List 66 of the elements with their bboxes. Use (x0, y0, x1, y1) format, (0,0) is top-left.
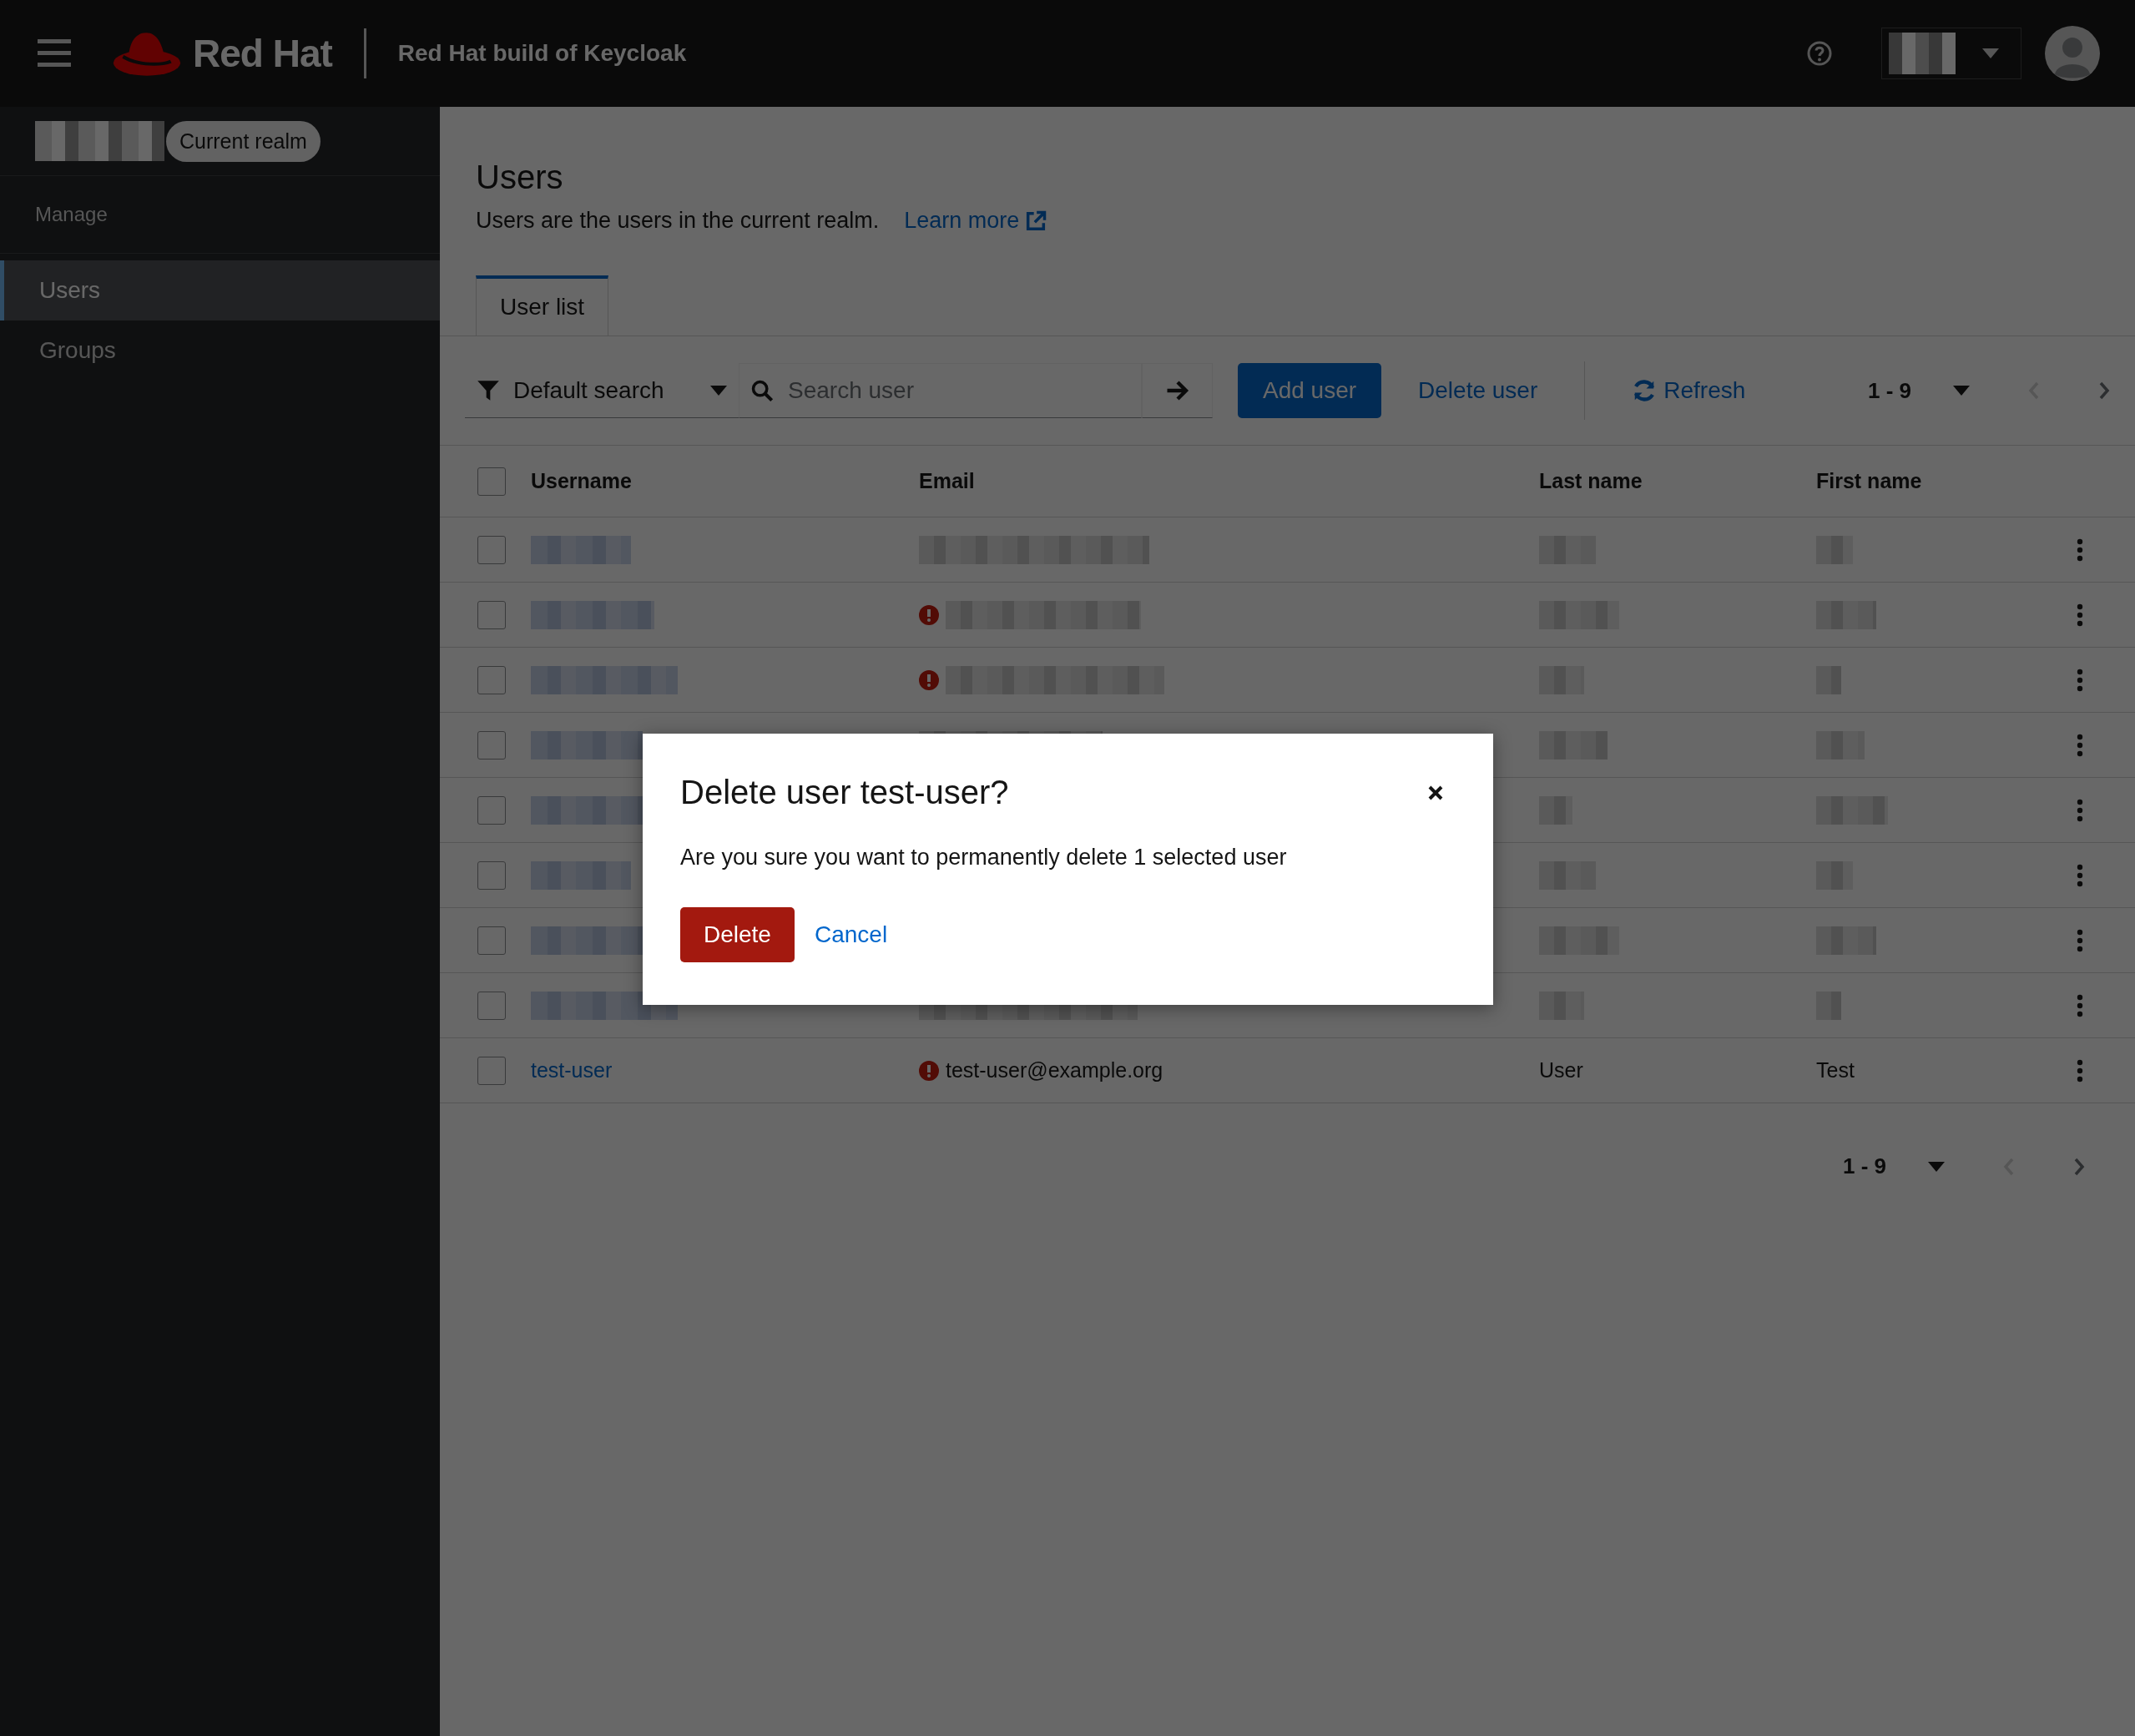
kebab-menu-icon[interactable] (2077, 863, 2083, 887)
column-header[interactable]: Email (919, 469, 1539, 493)
caret-icon[interactable] (1953, 386, 1970, 396)
learn-more-link[interactable]: Learn more (904, 208, 1048, 234)
kebab-menu-icon[interactable] (2077, 537, 2083, 562)
caret-icon (1982, 48, 1999, 58)
help-icon[interactable] (1806, 40, 1833, 67)
row-checkbox[interactable] (477, 1056, 506, 1085)
page-description: Users are the users in the current realm. (476, 208, 880, 234)
caret-icon[interactable] (1928, 1161, 1945, 1172)
avatar-icon[interactable] (2045, 26, 2100, 81)
product-name: Red Hat build of Keycloak (397, 40, 687, 67)
kebab-menu-icon[interactable] (2077, 928, 2083, 952)
email-cell: test-user@example.org (946, 1058, 1163, 1082)
dialog-message: Are you sure you want to permanently delete 1 selected user (680, 845, 1288, 871)
last-name-cell-text: User (1539, 1058, 1584, 1082)
column-header[interactable]: First name (1816, 469, 2025, 493)
select-all-checkbox[interactable] (477, 467, 506, 496)
kebab-menu-icon[interactable] (2077, 603, 2083, 627)
menu-icon[interactable] (38, 39, 71, 68)
row-checkbox[interactable] (477, 600, 506, 629)
pagination-range[interactable]: 1 - 9 (1867, 377, 1911, 404)
kebab-menu-icon[interactable] (2077, 1058, 2083, 1082)
row-checkbox[interactable] (477, 860, 506, 890)
username-link[interactable]: test-user (531, 1058, 613, 1082)
delete-user-button[interactable]: Delete user (1401, 369, 1555, 412)
search-field[interactable]: Search user (739, 363, 1142, 418)
chevron-right-icon[interactable] (2073, 1156, 2085, 1177)
row-checkbox[interactable] (477, 991, 506, 1020)
search-submit-button[interactable] (1142, 363, 1213, 418)
column-header[interactable]: Username (531, 469, 919, 493)
filter-dropdown[interactable]: Default search (465, 363, 739, 418)
chevron-right-icon[interactable] (2098, 381, 2110, 401)
refresh-button[interactable]: Refresh (1615, 369, 1763, 412)
kebab-menu-icon[interactable] (2077, 733, 2083, 757)
nav-section-title: Manage (0, 176, 440, 254)
dialog-title: Delete user test-user? (680, 774, 1009, 811)
filter-icon (477, 378, 500, 402)
row-checkbox[interactable] (477, 926, 506, 955)
brand-name: Red Hat (193, 31, 332, 76)
nav-item[interactable]: Groups (0, 320, 440, 381)
row-checkbox[interactable] (477, 730, 506, 760)
search-icon (750, 379, 774, 402)
warning-icon (919, 1060, 939, 1081)
add-user-button[interactable]: Add user (1238, 363, 1382, 418)
cancel-button[interactable]: Cancel (814, 913, 888, 956)
row-checkbox[interactable] (477, 795, 506, 825)
first-name-cell-text: Test (1816, 1058, 1855, 1082)
warning-icon (919, 669, 939, 690)
close-icon[interactable] (1427, 784, 1444, 801)
warning-icon (919, 604, 939, 625)
external-link-icon (1024, 209, 1048, 233)
pagination-range[interactable]: 1 - 9 (1842, 1153, 1886, 1179)
tab[interactable]: User list (476, 275, 609, 336)
row-checkbox[interactable] (477, 535, 506, 564)
delete-button[interactable]: Delete (680, 907, 795, 962)
kebab-menu-icon[interactable] (2077, 993, 2083, 1017)
kebab-menu-icon[interactable] (2077, 798, 2083, 822)
page-title: Users (476, 159, 564, 196)
row-checkbox[interactable] (477, 665, 506, 694)
column-header[interactable]: Last name (1539, 469, 1816, 493)
user-dropdown[interactable] (1881, 28, 2021, 79)
current-realm-label: Current realm (166, 120, 321, 162)
nav-item[interactable]: Users (0, 260, 440, 320)
caret-icon (710, 385, 727, 396)
kebab-menu-icon[interactable] (2077, 668, 2083, 692)
